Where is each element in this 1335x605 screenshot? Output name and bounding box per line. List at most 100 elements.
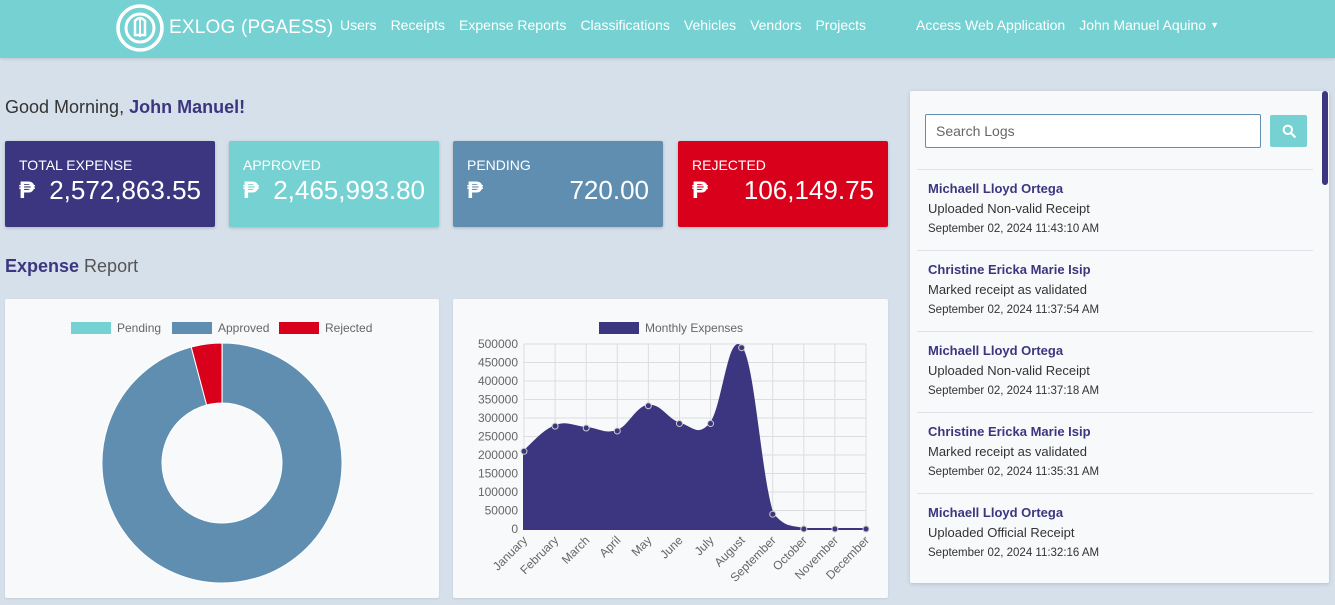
x-tick-label: April (597, 533, 624, 560)
search-icon (1282, 124, 1296, 138)
peso-icon: ₱ (19, 177, 36, 204)
user-name: John Manuel Aquino (1079, 17, 1207, 33)
user-menu[interactable]: John Manuel Aquino ▼ (1079, 17, 1219, 33)
data-point (738, 344, 746, 352)
data-point (520, 447, 528, 455)
peso-icon: ₱ (243, 177, 260, 204)
y-tick-label: 400000 (478, 374, 518, 388)
legend-label: Pending (117, 321, 161, 335)
log-item[interactable]: Christine Ericka Marie Isip Marked recei… (917, 412, 1313, 493)
y-tick-label: 500000 (478, 337, 518, 351)
card-value: 2,465,993.80 (273, 175, 425, 205)
data-point (613, 427, 621, 435)
y-tick-label: 300000 (478, 411, 518, 425)
log-time: September 02, 2024 11:35:31 AM (928, 466, 1100, 478)
nav-expense-reports[interactable]: Expense Reports (459, 17, 566, 33)
monthly-expenses-panel: Monthly Expenses 0 50000 100000 150000 200000… (453, 299, 888, 598)
legend-label: Approved (218, 321, 269, 335)
pending-card: PENDING ₱ 720.00 (453, 141, 663, 227)
log-action: Marked receipt as validated (928, 444, 1087, 459)
legend-swatch (172, 322, 212, 334)
expense-report-heading: Expense Report (5, 256, 138, 277)
exlog-logo-icon (116, 4, 164, 52)
y-tick-label: 250000 (478, 430, 518, 444)
caret-down-icon: ▼ (1210, 20, 1219, 30)
log-time: September 02, 2024 11:37:54 AM (928, 304, 1100, 316)
card-value: 720.00 (569, 175, 649, 205)
log-item[interactable]: Michaell Lloyd Ortega Uploaded Official … (917, 493, 1313, 574)
x-tick-label: June (657, 533, 686, 562)
peso-icon: ₱ (692, 177, 709, 204)
log-time: September 02, 2024 11:32:16 AM (928, 547, 1100, 559)
search-button[interactable] (1270, 115, 1307, 147)
log-time: September 02, 2024 11:43:10 AM (928, 223, 1100, 235)
log-user: Christine Ericka Marie Isip (928, 424, 1091, 439)
y-tick-label: 350000 (478, 393, 518, 407)
approved-card: APPROVED ₱ 2,465,993.80 (229, 141, 439, 227)
data-point (675, 420, 683, 428)
nav-links: Users Receipts Expense Reports Classific… (340, 17, 866, 33)
log-item[interactable]: Christine Ericka Marie Isip Marked recei… (917, 250, 1313, 331)
y-tick-label: 200000 (478, 448, 518, 462)
nav-projects[interactable]: Projects (815, 17, 866, 33)
log-action: Uploaded Non-valid Receipt (928, 363, 1090, 378)
search-logs-input[interactable] (925, 114, 1261, 148)
rejected-card: REJECTED ₱ 106,149.75 (678, 141, 888, 227)
data-point (551, 422, 559, 430)
legend-swatch (71, 322, 111, 334)
peso-icon: ₱ (467, 177, 484, 204)
log-time: September 02, 2024 11:37:18 AM (928, 385, 1100, 397)
heading-bold: Expense (5, 256, 80, 276)
data-point (800, 525, 808, 533)
log-action: Uploaded Non-valid Receipt (928, 201, 1090, 216)
card-title: TOTAL EXPENSE (19, 157, 133, 173)
log-action: Marked receipt as validated (928, 282, 1087, 297)
total-expense-card: TOTAL EXPENSE ₱ 2,572,863.55 (5, 141, 215, 227)
log-action: Uploaded Official Receipt (928, 525, 1075, 540)
access-web-app-link[interactable]: Access Web Application (916, 17, 1065, 33)
log-user: Michaell Lloyd Ortega (928, 505, 1064, 520)
data-point (862, 525, 870, 533)
y-tick-label: 50000 (485, 504, 519, 518)
nav-receipts[interactable]: Receipts (391, 17, 445, 33)
brand[interactable]: EXLOG (PGAESS) (115, 2, 333, 54)
brand-title: EXLOG (PGAESS) (169, 17, 334, 38)
nav-vendors[interactable]: Vendors (750, 17, 801, 33)
x-tick-label: March (559, 533, 592, 566)
card-title: APPROVED (243, 157, 321, 173)
y-tick-label: 100000 (478, 485, 518, 499)
log-user: Christine Ericka Marie Isip (928, 262, 1091, 277)
log-item[interactable]: Michaell Lloyd Ortega Uploaded Non-valid… (917, 331, 1313, 412)
data-point (769, 510, 777, 518)
y-tick-label: 450000 (478, 356, 518, 370)
heading-rest: Report (79, 256, 139, 276)
nav-right: Access Web Application John Manuel Aquin… (916, 17, 1219, 33)
data-point (644, 402, 652, 410)
greeting-prefix: Good Morning, (5, 97, 130, 117)
log-scrollbar[interactable] (1322, 91, 1328, 185)
log-item[interactable]: Michaell Lloyd Ortega Uploaded Non-valid… (917, 169, 1313, 250)
status-donut-chart: Pending Approved Rejected (71, 321, 372, 584)
log-list: Michaell Lloyd Ortega Uploaded Non-valid… (917, 169, 1313, 574)
legend-label: Rejected (325, 321, 372, 335)
data-point (707, 420, 715, 428)
status-donut-panel: Pending Approved Rejected (5, 299, 439, 598)
monthly-expenses-chart: Monthly Expenses 0 50000 100000 150000 200000… (478, 321, 872, 585)
card-title: REJECTED (692, 157, 766, 173)
x-tick-label: July (692, 533, 717, 558)
legend-label: Monthly Expenses (645, 321, 743, 335)
nav-classifications[interactable]: Classifications (580, 17, 669, 33)
card-value: 106,149.75 (743, 175, 874, 205)
logs-panel: Michaell Lloyd Ortega Uploaded Non-valid… (910, 91, 1329, 583)
log-user: Michaell Lloyd Ortega (928, 343, 1064, 358)
y-tick-label: 150000 (478, 467, 518, 481)
nav-vehicles[interactable]: Vehicles (684, 17, 736, 33)
area-series-monthly-expenses (523, 344, 866, 530)
greeting: Good Morning, John Manuel! (5, 97, 245, 118)
greeting-name: John Manuel! (129, 97, 246, 117)
card-value: 2,572,863.55 (49, 175, 201, 205)
legend-swatch (599, 322, 639, 334)
data-point (831, 525, 839, 533)
nav-users[interactable]: Users (340, 17, 377, 33)
data-point (582, 424, 590, 432)
